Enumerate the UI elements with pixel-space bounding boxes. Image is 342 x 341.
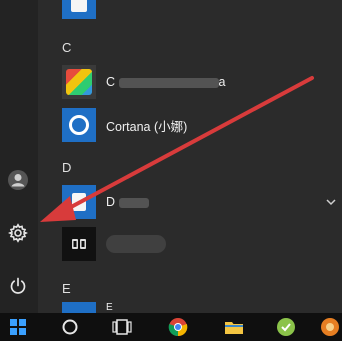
blue-tile-icon xyxy=(62,0,96,19)
user-account-icon xyxy=(8,170,28,190)
chrome-icon xyxy=(168,318,188,337)
tiles-photo-icon xyxy=(62,65,96,99)
taskbar-app-green[interactable] xyxy=(274,315,298,339)
start-button[interactable] xyxy=(6,315,30,339)
user-account-button[interactable] xyxy=(4,166,32,194)
app-list: C C a Cortana (小娜) D D E E xyxy=(48,0,342,313)
app-label-suffix: a xyxy=(218,75,226,89)
taskbar-app-orange[interactable] xyxy=(318,315,342,339)
task-view-button[interactable] xyxy=(110,315,134,339)
start-left-rail xyxy=(0,0,38,313)
list-item[interactable]: C a xyxy=(62,64,332,100)
app-label-blurred: E xyxy=(106,302,113,313)
settings-gear-icon xyxy=(8,223,28,243)
app-orange-icon xyxy=(321,318,339,336)
section-letter-d[interactable]: D xyxy=(62,160,71,175)
dolby-icon xyxy=(62,227,96,261)
list-item[interactable]: D xyxy=(62,184,336,220)
cortana-search-icon xyxy=(62,319,78,335)
app-label-blurred xyxy=(106,235,166,253)
blurred-text xyxy=(106,235,166,253)
blue-tile-icon xyxy=(62,185,96,219)
chrome-button[interactable] xyxy=(166,315,190,339)
start-menu: C C a Cortana (小娜) D D E E xyxy=(0,0,342,313)
app-label-blurred: D xyxy=(106,195,149,209)
task-view-icon xyxy=(112,319,132,335)
app-label-prefix: E xyxy=(106,302,113,313)
file-explorer-icon xyxy=(225,322,243,334)
power-icon xyxy=(10,277,26,294)
app-green-icon xyxy=(277,318,295,336)
app-label-prefix: D xyxy=(106,195,116,209)
power-button[interactable] xyxy=(4,272,32,300)
blurred-text xyxy=(118,197,149,208)
file-explorer-button[interactable] xyxy=(222,315,246,339)
app-label-cortana: Cortana (小娜) xyxy=(106,119,188,134)
list-item[interactable] xyxy=(62,0,332,20)
app-label-blurred: C a xyxy=(106,75,225,89)
blue-tile-icon xyxy=(62,302,96,313)
taskbar xyxy=(0,313,342,341)
cortana-ring-icon xyxy=(62,108,96,142)
settings-button[interactable] xyxy=(4,219,32,247)
chevron-down-icon[interactable] xyxy=(324,195,338,209)
section-letter-e[interactable]: E xyxy=(62,281,71,296)
list-item[interactable] xyxy=(62,226,332,262)
app-label-prefix: C xyxy=(106,75,116,89)
section-letter-c[interactable]: C xyxy=(62,40,71,55)
cortana-search-button[interactable] xyxy=(58,315,82,339)
windows-start-icon xyxy=(10,319,26,335)
list-item-cortana[interactable]: Cortana (小娜) xyxy=(62,107,332,143)
blurred-text xyxy=(118,77,219,88)
